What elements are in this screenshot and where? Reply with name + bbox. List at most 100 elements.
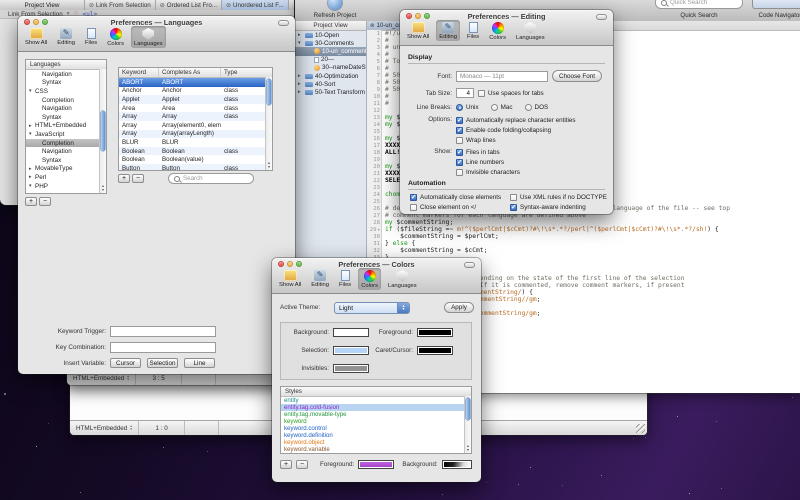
style-list-item[interactable]: entity [281,397,471,404]
resize-grip[interactable] [636,424,645,433]
language-list-item[interactable]: Navigation [26,104,106,113]
scrollbar[interactable]: ▴▾ [464,396,471,453]
style-list-item[interactable]: keyword [281,418,471,425]
remove-style-button[interactable]: − [296,460,308,469]
checkbox[interactable] [478,90,485,97]
style-list-item[interactable]: quotes [281,453,471,454]
close-button[interactable] [406,13,412,19]
project-tree-item[interactable]: ▸40-Optimization [295,72,366,80]
checkbox-line-numbers[interactable]: ✓Line numbers [456,158,520,167]
toolbar-item-languages[interactable]: Languages [513,20,548,42]
checkbox[interactable]: ✓ [456,127,463,134]
document-tab[interactable]: ⊘Unordered List F... [222,0,289,10]
language-list-item[interactable]: Completion [26,96,106,105]
document-tab[interactable]: ⊘Link From Selection [85,0,156,10]
checkbox[interactable] [456,137,463,144]
toolbar-item-colors[interactable]: Colors [358,268,381,290]
tab-close-icon[interactable]: ⊘ [226,2,231,9]
background-well[interactable] [333,328,369,337]
disclosure-triangle-icon[interactable]: ▸ [298,32,303,38]
checkbox[interactable] [456,169,463,176]
refresh-project-icon[interactable] [328,0,342,10]
style-list-item[interactable]: keyword.object [281,439,471,446]
radio-dos[interactable]: DOS [525,103,549,112]
language-list-item[interactable]: Syntax [26,113,106,122]
checkbox-automatically-replace-character-entities[interactable]: ✓Automatically replace character entitie… [456,116,576,125]
checkbox[interactable] [510,194,517,201]
toolbar-toggle-widget[interactable] [596,14,607,20]
checkbox[interactable]: ✓ [456,159,463,166]
minimize-button[interactable] [33,19,39,25]
radio-button[interactable] [456,104,463,111]
checkbox-files-in-tabs[interactable]: ✓Files in tabs [456,148,520,157]
language-list-item[interactable]: ▾CSS [26,87,106,96]
toolbar-item-editing[interactable]: ✎Editing [436,20,460,41]
toolbar-item-languages[interactable]: Languages [131,26,166,48]
insert-line-button[interactable]: Line [184,358,215,368]
fold-marker-icon[interactable]: ▾ [377,227,380,232]
toolbar-item-show-all[interactable]: Show All [404,20,432,41]
add-keyword-button[interactable]: + [118,174,130,183]
table-header[interactable]: Keyword Completes As Type [119,68,272,78]
style-list-item[interactable]: keyword.definition [281,432,471,439]
toolbar-item-files[interactable]: Files [336,268,354,289]
checkbox[interactable]: ✓ [510,204,517,211]
style-list-item[interactable]: keyword.control [281,425,471,432]
language-popup[interactable]: HTML+Embedded ▴▾ [70,421,139,435]
tab-close-icon[interactable]: ⊗ [370,23,375,29]
add-language-button[interactable]: + [25,197,37,206]
zoom-button[interactable] [424,13,430,19]
language-list-item[interactable]: ▸HTML+Embedded [26,122,106,131]
radio-button[interactable] [491,104,498,111]
remove-language-button[interactable]: − [39,197,51,206]
caret-cursor-well[interactable] [417,346,453,355]
window-chrome[interactable]: Preferences — Colors Show All✎EditingFil… [272,258,481,294]
disclosure-triangle-icon[interactable]: ▸ [298,89,303,95]
language-list-item[interactable]: Navigation [26,70,106,79]
choose-font-button[interactable]: Choose Font [552,70,602,82]
keyword-search-input[interactable]: Search [168,173,254,184]
checkbox[interactable] [410,204,417,211]
tab-size-field[interactable]: 4 [456,88,474,98]
scrollbar[interactable]: ▴▾ [99,69,106,193]
language-list-item[interactable]: ▾PHP [26,182,106,191]
checkbox-automatically-close-elements[interactable]: ✓Automatically close elements [410,193,501,202]
selection-well[interactable] [333,346,369,355]
toolbar-item-editing[interactable]: ✎Editing [308,268,332,289]
table-row[interactable]: AppletAppletclass [119,95,272,104]
checkbox-invisible-characters[interactable]: Invisible characters [456,168,520,177]
document-tab[interactable]: ⊘Ordered List Fro... [156,0,222,10]
language-list-item[interactable]: ▾JavaScript [26,130,106,139]
checkbox-syntax-aware-indenting[interactable]: ✓Syntax-aware indenting [510,203,607,212]
project-tree-item[interactable]: ▸10-Open [295,31,366,39]
table-row[interactable]: ArrayArrayclass [119,112,272,121]
project-tree-item[interactable]: ▸50-Text Transform [295,88,366,96]
project-tree-item[interactable]: 10-un_comment [295,47,366,55]
toolbar-item-colors[interactable]: Colors [104,26,127,48]
language-list-item[interactable]: Completion [26,139,106,148]
table-row[interactable]: ABORTABORT [119,78,272,87]
checkbox-wrap-lines[interactable]: Wrap lines [456,136,576,145]
toolbar-item-show-all[interactable]: Show All [22,26,50,47]
style-list-item[interactable]: entity.tag.movable-type [281,411,471,418]
window-chrome[interactable]: Preferences — Editing Show All✎EditingFi… [400,10,613,46]
keyword-trigger-field[interactable] [110,326,216,337]
language-list-item[interactable]: ▸MovableType [26,165,106,174]
project-tree-item[interactable]: 20--- [295,56,366,64]
code-navigator-control[interactable] [752,0,800,9]
insert-cursor-button[interactable]: Cursor [110,358,141,368]
toolbar-item-editing[interactable]: ✎Editing [54,26,78,47]
font-field[interactable]: Monaco — 11pt [456,71,548,82]
language-list-item[interactable]: Navigation [26,147,106,156]
project-tree-item[interactable]: ▸40-Sort [295,80,366,88]
checkbox-use-xml-rules-if-no-doctype[interactable]: Use XML rules if no DOCTYPE [510,193,607,202]
table-row[interactable]: AnchorAnchorclass [119,87,272,96]
table-row[interactable]: ButtonButtonclass [119,164,272,171]
toolbar-item-colors[interactable]: Colors [486,20,509,42]
language-list-item[interactable]: ▸Perl [26,173,106,182]
table-row[interactable]: BooleanBoolean(value) [119,155,272,164]
style-list-item[interactable]: keyword.variable [281,446,471,453]
checkbox[interactable]: ✓ [456,149,463,156]
apply-button[interactable]: Apply [444,302,474,313]
table-row[interactable]: BLURBLUR [119,138,272,147]
